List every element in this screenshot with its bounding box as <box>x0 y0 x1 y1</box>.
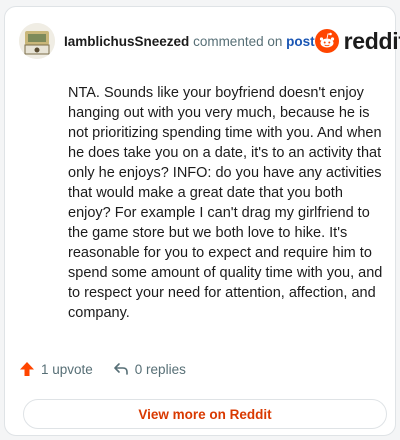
upvote-button[interactable]: 1 upvote <box>19 361 93 377</box>
reddit-snoo-icon <box>314 29 339 53</box>
comment-actions: 1 upvote 0 replies <box>19 361 186 377</box>
reddit-wordmark: reddit <box>343 27 400 54</box>
action-text: commented on <box>193 33 283 49</box>
upvote-arrow-icon <box>20 362 34 376</box>
username-link[interactable]: IamblichusSneezed <box>64 34 189 49</box>
replies-count: 0 replies <box>134 361 186 377</box>
post-link[interactable]: post <box>286 34 315 49</box>
comment-meta: IamblichusSneezed commented on post <box>64 34 315 49</box>
reddit-brand[interactable]: reddit <box>314 27 400 55</box>
avatar-icon <box>19 23 55 59</box>
comment-body: NTA. Sounds like your boyfriend doesn't … <box>68 85 383 321</box>
view-more-button[interactable]: View more on Reddit <box>23 399 387 429</box>
comment-embed-card: IamblichusSneezed commented on post redd… <box>4 6 400 436</box>
reply-arrow-icon <box>113 363 128 375</box>
upvote-count: 1 upvote <box>41 361 93 377</box>
replies-button[interactable]: 0 replies <box>113 361 186 377</box>
comment-header: IamblichusSneezed commented on post redd… <box>19 21 400 61</box>
avatar[interactable] <box>19 23 55 59</box>
